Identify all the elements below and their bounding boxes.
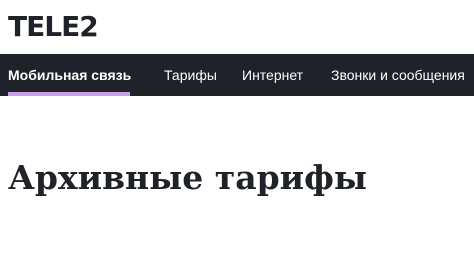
page-title: Архивные тарифы — [8, 158, 367, 197]
tele2-logo[interactable]: TELE2 — [8, 12, 99, 42]
nav-item-tariffs[interactable]: Тарифы — [164, 54, 217, 96]
active-tab-indicator — [8, 92, 130, 96]
nav-item-internet[interactable]: Интернет — [242, 54, 303, 96]
main-navigation: Мобильная связь Тарифы Интернет Звонки и… — [0, 54, 474, 96]
nav-item-mobile[interactable]: Мобильная связь — [8, 54, 131, 96]
site-header: TELE2 — [0, 0, 474, 54]
nav-item-calls-messages[interactable]: Звонки и сообщения — [331, 54, 465, 96]
